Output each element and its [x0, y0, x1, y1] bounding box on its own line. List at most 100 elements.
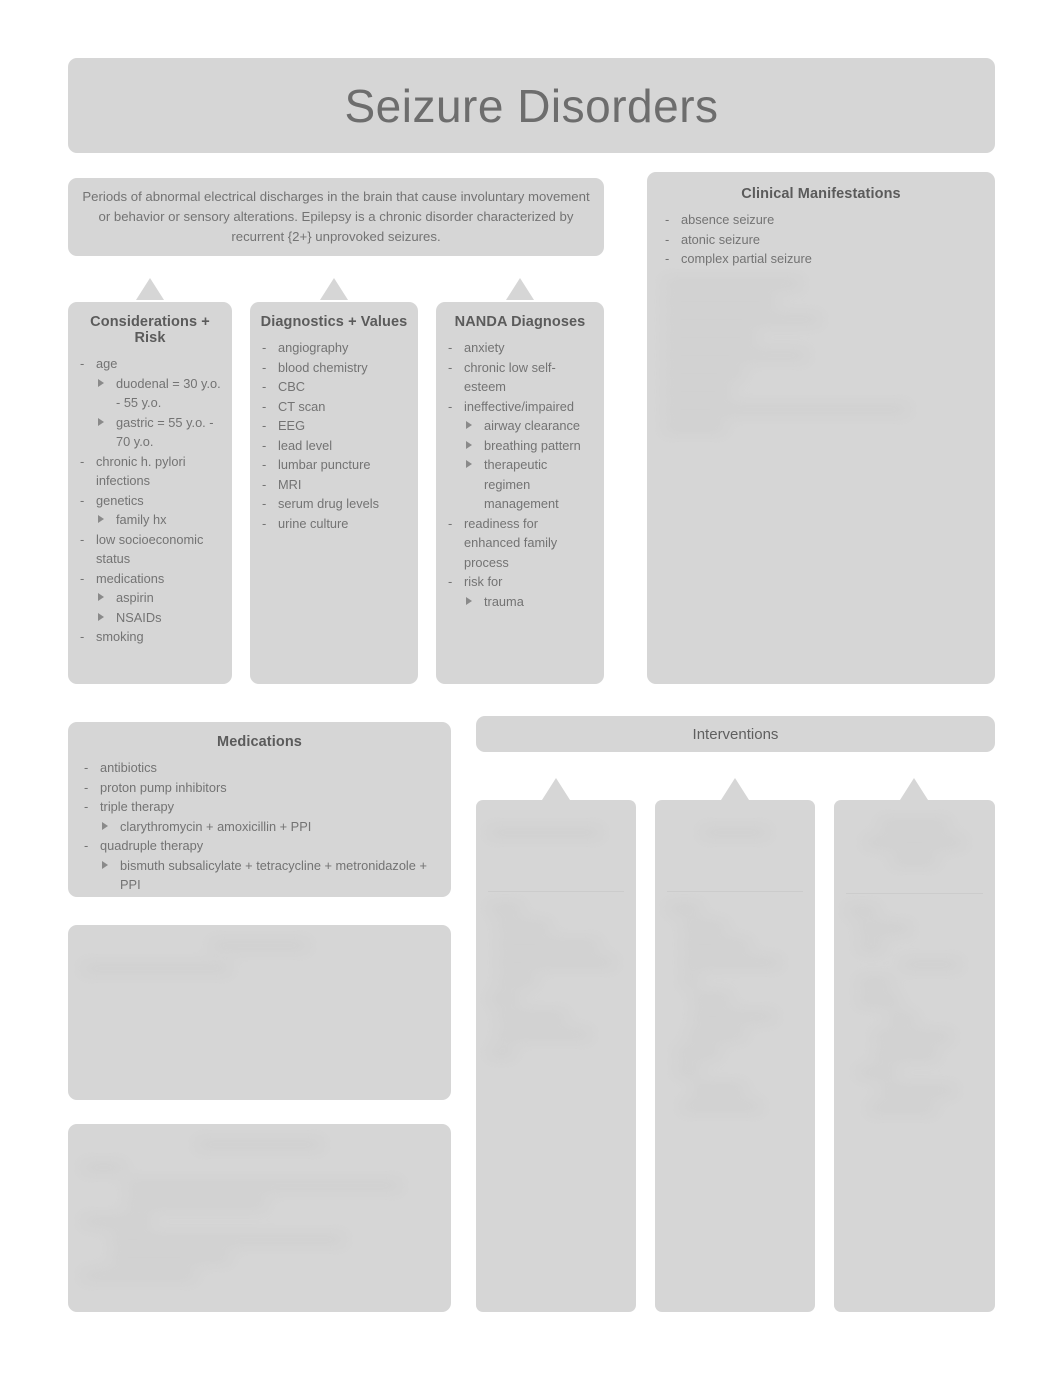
divider: [667, 891, 803, 892]
nanda-diagnoses-card: NANDA Diagnoses - anxiety - chronic low sel…: [436, 302, 604, 684]
sub-list-item: therapeutic regimen management: [464, 455, 594, 514]
redacted-content: [488, 828, 624, 837]
list-item-label: readiness for enhanced family process: [464, 515, 558, 570]
interventions-column: [476, 800, 636, 1312]
dash-bullet-icon: -: [84, 760, 89, 775]
list-item-label: lead level: [278, 437, 333, 453]
list-item-label: anxiety: [464, 340, 505, 355]
medications-heading: Medications: [217, 734, 302, 750]
connector-arrow-nanda: [506, 278, 534, 300]
divider: [488, 891, 624, 892]
list-item: - lumbar puncture: [260, 455, 408, 475]
considerations-risk-list: - age duodenal = 30 y.o. - 55 y.o. gastric …: [78, 354, 222, 647]
redacted-content: [82, 941, 437, 973]
considerations-risk-card: Considerations + Risk - age duodenal = 30 …: [68, 302, 232, 684]
dash-bullet-icon: -: [448, 340, 453, 355]
sub-list: family hx: [96, 510, 222, 530]
medications-card: Medications - antibiotics - proton pump inh…: [68, 722, 451, 897]
dash-bullet-icon: -: [448, 398, 453, 414]
list-item-label: genetics: [96, 492, 144, 508]
sub-list: trauma: [464, 592, 594, 612]
page-title-card: Seizure Disorders: [68, 58, 995, 153]
dash-bullet-icon: -: [262, 457, 267, 472]
redacted-content: [667, 904, 803, 1111]
list-item-label: antibiotics: [100, 760, 157, 775]
dash-bullet-icon: -: [262, 340, 267, 355]
triangle-bullet-icon: [466, 596, 472, 605]
dash-bullet-icon: -: [262, 476, 267, 492]
list-item: - anxiety: [446, 338, 594, 358]
list-item-label: age: [96, 356, 118, 371]
sub-list-item-label: airway clearance: [484, 418, 581, 433]
sub-list-item: NSAIDs: [96, 608, 222, 628]
sub-list-item-label: breathing pattern: [484, 437, 581, 453]
list-item: - proton pump inhibitors: [82, 778, 437, 798]
sub-list-item-label: therapeutic regimen management: [484, 457, 559, 511]
sub-list: aspirin NSAIDs: [96, 588, 222, 627]
dash-bullet-icon: -: [665, 231, 670, 247]
dash-bullet-icon: -: [448, 574, 453, 589]
sub-list-item: duodenal = 30 y.o. - 55 y.o.: [96, 374, 222, 413]
triangle-bullet-icon: [98, 417, 104, 426]
list-item-label: chronic low self-esteem: [464, 359, 556, 395]
triangle-bullet-icon: [98, 612, 104, 621]
list-item: - quadruple therapy bismuth subsalicylate …: [82, 836, 437, 895]
list-item-label: proton pump inhibitors: [100, 779, 227, 795]
list-item-label: MRI: [278, 476, 302, 492]
sub-list-item: breathing pattern: [464, 436, 594, 456]
interventions-column: [655, 800, 815, 1312]
list-item: - smoking: [78, 627, 222, 647]
connector-arrow-considerations: [136, 278, 164, 300]
dash-bullet-icon: -: [84, 799, 89, 814]
list-item-label: ineffective/impaired: [464, 398, 575, 414]
list-item: - medications aspirin NSAIDs: [78, 569, 222, 628]
dash-bullet-icon: -: [80, 453, 85, 469]
list-item: - serum drug levels: [260, 494, 408, 514]
sub-list-item-label: family hx: [116, 512, 167, 527]
sub-list: duodenal = 30 y.o. - 55 y.o. gastric = 55…: [96, 374, 222, 452]
list-item-label: low socioeconomic status: [96, 531, 204, 567]
dash-bullet-icon: -: [262, 496, 267, 511]
medications-list: - antibiotics - proton pump inhibitors - trip…: [82, 758, 437, 895]
interventions-column: [834, 800, 995, 1312]
list-item: - CT scan: [260, 397, 408, 417]
dash-bullet-icon: -: [262, 379, 267, 394]
dash-bullet-icon: -: [262, 398, 267, 414]
list-item-label: complex partial seizure: [681, 251, 812, 266]
sub-list-item: bismuth subsalicylate + tetracycline + m…: [100, 856, 437, 895]
dash-bullet-icon: -: [665, 251, 670, 266]
redacted-card-upper: [68, 925, 451, 1100]
dash-bullet-icon: -: [262, 418, 267, 433]
sub-list-item-label: trauma: [484, 593, 524, 609]
considerations-risk-heading: Considerations + Risk: [90, 314, 210, 346]
list-item-label: triple therapy: [100, 799, 174, 814]
list-item: - blood chemistry: [260, 358, 408, 378]
sub-list-item-label: bismuth subsalicylate + tetracycline + m…: [120, 857, 427, 893]
dash-bullet-icon: -: [80, 531, 85, 547]
triangle-bullet-icon: [98, 515, 104, 523]
diagnostics-values-heading: Diagnostics + Values: [260, 314, 408, 330]
sub-list-item-label: aspirin: [116, 590, 154, 605]
sub-list-item: clarythromycin + amoxicillin + PPI: [100, 817, 437, 837]
connector-arrow-diagnostics: [320, 278, 348, 300]
dash-bullet-icon: -: [448, 359, 453, 375]
dash-bullet-icon: -: [665, 212, 670, 227]
sub-list-item-label: duodenal = 30 y.o. - 55 y.o.: [116, 375, 221, 411]
concept-map-page: Seizure Disorders Periods of abnormal el…: [0, 0, 1062, 1377]
redacted-content: [667, 828, 803, 837]
triangle-bullet-icon: [98, 378, 104, 387]
redacted-card-lower: [68, 1124, 451, 1312]
interventions-column-heading: [667, 810, 803, 870]
sub-list-item: family hx: [96, 510, 222, 530]
sub-list-item: trauma: [464, 592, 594, 612]
interventions-heading: Interventions: [692, 725, 779, 743]
connector-arrow-interventions-2: [721, 778, 749, 800]
dash-bullet-icon: -: [80, 492, 85, 508]
list-item: - MRI: [260, 475, 408, 495]
connector-arrow-interventions-3: [900, 778, 928, 800]
list-item: - chronic h. pylori infections: [78, 452, 222, 491]
triangle-bullet-icon: [102, 860, 108, 869]
divider: [846, 893, 983, 894]
sub-list: bismuth subsalicylate + tetracycline + m…: [100, 856, 437, 895]
interventions-column-heading: [488, 810, 624, 870]
